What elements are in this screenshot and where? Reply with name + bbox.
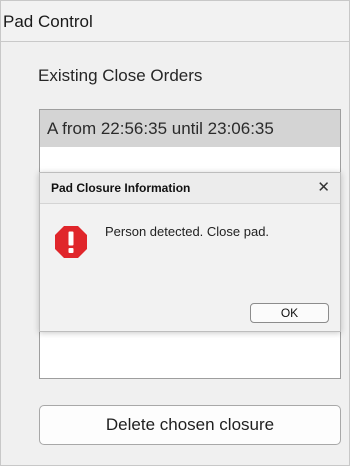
close-orders-heading: Existing Close Orders (38, 66, 203, 85)
dialog-title: Pad Closure Information (51, 181, 191, 195)
pad-closure-dialog: Pad Closure Information ✕ Person detecte… (39, 172, 341, 332)
dialog-message: Person detected. Close pad. (105, 224, 270, 239)
panel-title: Pad Control (1, 1, 349, 42)
close-icon[interactable]: ✕ (317, 173, 330, 203)
dialog-titlebar[interactable]: Pad Closure Information ✕ (40, 173, 340, 204)
error-icon (55, 226, 87, 258)
pad-control-panel: Pad Control Existing Close Orders A from… (0, 0, 350, 466)
delete-closure-button[interactable]: Delete chosen closure (39, 405, 341, 445)
list-item[interactable]: A from 22:56:35 until 23:06:35 (40, 110, 340, 147)
ok-button[interactable]: OK (250, 303, 329, 323)
